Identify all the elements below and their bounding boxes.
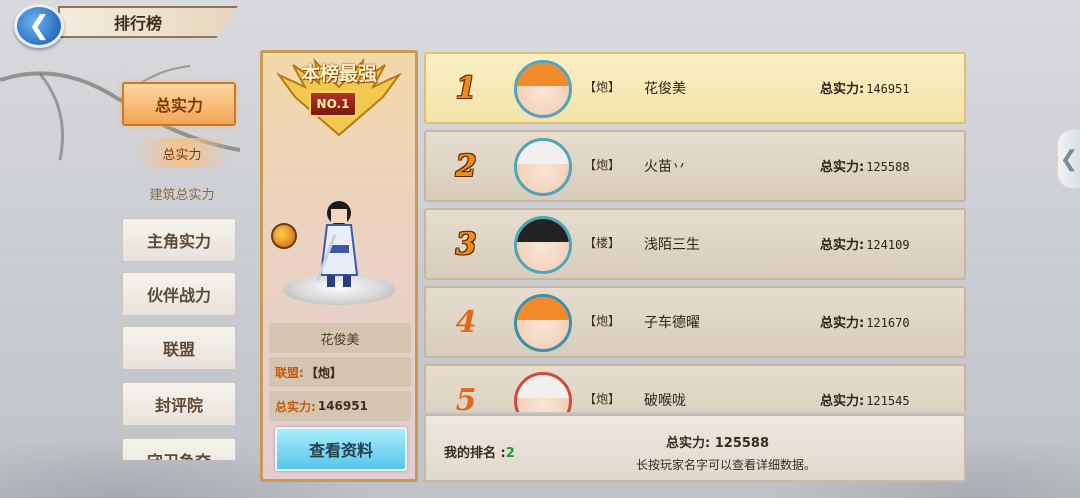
avatar-hair	[517, 219, 569, 243]
category-nav: 总实力 总实力 建筑总实力 主角实力 伙伴战力 联盟 封评院 守卫争夺	[116, 68, 246, 460]
featured-top-player-panel: 本榜最强 NO.1 花俊美 联盟: 【炮】 总实力: 146951 查看资料	[260, 50, 418, 482]
sub-item-label: 总实力	[162, 147, 202, 163]
page-title: 排行榜	[114, 14, 163, 33]
back-button[interactable]: ❮	[14, 4, 64, 48]
rank-number: 3	[455, 226, 477, 262]
hero-sprite-icon	[315, 201, 359, 287]
power-stat: 总实力: 121545	[820, 390, 910, 409]
power-stat: 总实力: 125588	[820, 156, 910, 175]
power-label: 总实力:	[820, 82, 865, 97]
featured-player-name[interactable]: 花俊美	[269, 323, 411, 353]
avatar[interactable]	[514, 294, 572, 352]
no1-badge-label: NO.1	[316, 97, 350, 111]
ranking-list[interactable]: 1 【炮】 花俊美 总实力: 146951 2 【炮】 火苗丷 总实力: 12558…	[420, 50, 968, 412]
player-name[interactable]: 破喉咙	[644, 390, 686, 410]
crest-title: 本榜最强	[300, 63, 377, 85]
sub-item-label: 建筑总实力	[149, 187, 215, 203]
ranking-row[interactable]: 3 【楼】 浅陌三生 总实力: 124109	[424, 208, 966, 280]
featured-power-row: 总实力: 146951	[269, 391, 411, 421]
player-name[interactable]: 浅陌三生	[644, 234, 700, 254]
avatar-hair	[517, 141, 569, 165]
avatar[interactable]	[514, 372, 572, 412]
sub-item-building-power[interactable]: 建筑总实力	[134, 178, 230, 208]
power-label: 总实力:	[820, 160, 865, 175]
nav-item-hero-power[interactable]: 主角实力	[122, 218, 236, 262]
my-power-value: 125588	[714, 436, 770, 451]
nav-item-label: 封评院	[154, 396, 203, 415]
rank-number: 1	[455, 70, 477, 106]
guild-tag: 【炮】	[584, 314, 621, 328]
my-rank: 我的排名 :2	[444, 442, 515, 461]
ranking-row[interactable]: 2 【炮】 火苗丷 总实力: 125588	[424, 130, 966, 202]
ranking-row[interactable]: 4 【炮】 子车德曜 总实力: 121670	[424, 286, 966, 358]
avatar[interactable]	[514, 60, 572, 118]
avatar-hair	[517, 63, 569, 87]
player-name[interactable]: 花俊美	[644, 78, 686, 98]
nav-item-alliance[interactable]: 联盟	[122, 326, 236, 370]
power-value: 125588	[866, 160, 910, 174]
player-name[interactable]: 子车德曜	[644, 312, 700, 332]
featured-player-name-text: 花俊美	[320, 332, 360, 348]
view-profile-button[interactable]: 查看资料	[275, 427, 407, 471]
guild-tag: 【炮】	[584, 158, 621, 172]
nav-item-label: 主角实力	[146, 232, 211, 251]
nav-item-label: 伙伴战力	[146, 286, 211, 305]
my-power: 总实力: 125588	[666, 432, 769, 451]
power-value: 124109	[866, 238, 910, 252]
pet-icon	[271, 223, 297, 249]
player-name[interactable]: 火苗丷	[644, 156, 686, 176]
power-label: 总实力:	[275, 399, 316, 414]
nav-item-partner-power[interactable]: 伙伴战力	[122, 272, 236, 316]
power-label: 总实力:	[820, 394, 865, 409]
alliance-label: 联盟:	[275, 365, 304, 380]
avatar-hair	[517, 375, 569, 399]
power-label: 总实力:	[820, 316, 865, 331]
ranking-row[interactable]: 1 【炮】 花俊美 总实力: 146951	[424, 52, 966, 124]
view-profile-button-label: 查看资料	[308, 441, 373, 460]
power-value: 146951	[866, 82, 910, 96]
alliance-value: 【炮】	[305, 365, 342, 380]
my-rank-panel: 我的排名 :2 总实力: 125588 长按玩家名字可以查看详细数据。	[424, 414, 966, 482]
guild-tag: 【楼】	[584, 236, 621, 250]
guild-tag: 【炮】	[584, 392, 621, 406]
featured-alliance-row: 联盟: 【炮】	[269, 357, 411, 387]
back-arrow-icon: ❮	[28, 11, 50, 41]
side-panel-toggle[interactable]: ❮	[1058, 130, 1080, 188]
rank-number: 4	[455, 304, 477, 340]
sub-item-total-power[interactable]: 总实力	[134, 138, 230, 168]
nav-item-guard[interactable]: 守卫争夺	[122, 438, 236, 460]
my-rank-value: 2	[505, 446, 515, 461]
page-title-plate: 排行榜	[58, 6, 238, 38]
guild-tag: 【炮】	[584, 80, 621, 94]
no1-badge: NO.1	[309, 91, 357, 117]
power-value: 146951	[317, 399, 368, 413]
avatar[interactable]	[514, 216, 572, 274]
power-label: 总实力:	[820, 238, 865, 253]
avatar-hair	[517, 297, 569, 321]
my-power-label: 总实力:	[666, 436, 711, 451]
rank-number: 2	[455, 148, 477, 184]
nav-item-label: 总实力	[154, 96, 203, 115]
power-stat: 总实力: 121670	[820, 312, 910, 331]
nav-item-label: 联盟	[162, 340, 195, 359]
chevron-left-icon: ❮	[1059, 146, 1079, 172]
power-value: 121545	[866, 394, 910, 408]
nav-item-fengping[interactable]: 封评院	[122, 382, 236, 426]
my-rank-hint: 长按玩家名字可以查看详细数据。	[636, 458, 817, 472]
power-stat: 总实力: 146951	[820, 78, 910, 97]
nav-item-label: 守卫争夺	[147, 448, 211, 460]
avatar[interactable]	[514, 138, 572, 196]
ranking-row[interactable]: 5 【炮】 破喉咙 总实力: 121545	[424, 364, 966, 412]
my-rank-label: 我的排名 :	[444, 446, 506, 461]
power-stat: 总实力: 124109	[820, 234, 910, 253]
rank-number: 5	[455, 382, 477, 413]
nav-item-total-power[interactable]: 总实力	[122, 82, 236, 126]
power-value: 121670	[866, 316, 910, 330]
